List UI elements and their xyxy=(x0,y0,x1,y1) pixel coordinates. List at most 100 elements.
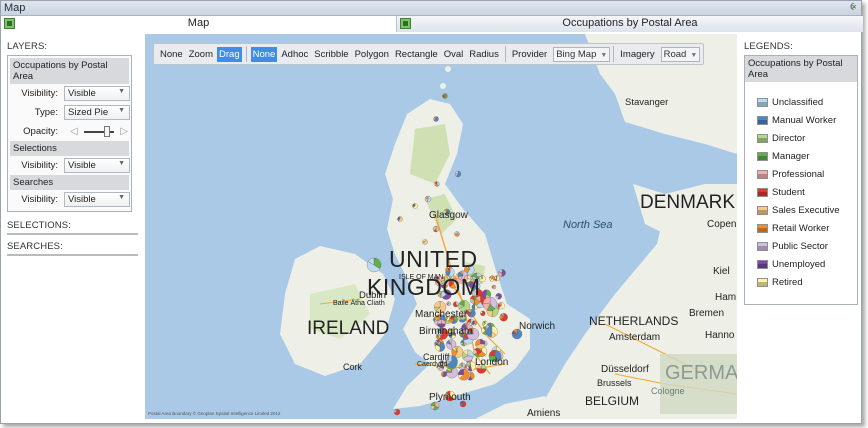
legend-swatch xyxy=(757,277,768,287)
legend-label: Sales Executive xyxy=(772,204,840,216)
map-label-germany: GERMA xyxy=(665,362,737,384)
provider-select[interactable]: Bing Map ▼ xyxy=(553,46,611,62)
imagery-value: Road xyxy=(663,48,687,60)
visibility-value: Visible xyxy=(68,194,96,205)
tab-occupations-by-postal-area[interactable]: Occupations by Postal Area xyxy=(397,16,863,32)
legend-swatch xyxy=(757,151,768,161)
legend-item: Retail Worker xyxy=(757,219,857,237)
legend-swatch xyxy=(757,205,768,215)
legend-item: Manager xyxy=(757,147,857,165)
searches-visibility-select[interactable]: Visible ▼ xyxy=(64,192,130,207)
increase-arrow-icon[interactable]: ▷ xyxy=(120,126,128,137)
provider-label: Provider xyxy=(511,48,548,60)
type-row: Type: Sized Pie ▼ xyxy=(10,103,130,122)
type-value: Sized Pie xyxy=(68,107,109,118)
searches-visibility-row: Visibility: Visible ▼ xyxy=(10,190,130,209)
map-label-dusseldorf: Düsseldorf xyxy=(601,364,649,375)
legend-item: Sales Executive xyxy=(757,201,857,219)
map-window: Map ⨴ Map Occupations by Postal Area LAY… xyxy=(0,0,863,424)
provider-value: Bing Map xyxy=(556,48,597,60)
legend-label: Public Sector xyxy=(772,240,828,252)
searches-section: SEARCHES: xyxy=(7,241,139,256)
legend-swatch xyxy=(757,133,768,143)
legend-item: Manual Worker xyxy=(757,111,857,129)
select-oval-button[interactable]: Oval xyxy=(442,47,466,62)
map-label-norwich: Norwich xyxy=(519,321,556,332)
chevron-down-icon: ▼ xyxy=(690,51,698,59)
selections-visibility-row: Visibility: Visible ▼ xyxy=(10,156,130,175)
type-select[interactable]: Sized Pie ▼ xyxy=(64,105,130,120)
map-label-plymouth: Plymouth xyxy=(429,392,471,403)
layer-name: Occupations by Postal Area xyxy=(10,58,129,84)
legend-item: Public Sector xyxy=(757,237,857,255)
legend-label: Manager xyxy=(772,150,810,162)
map-toolbar: None Zoom Drag None Adhoc Scribble Polyg… xyxy=(153,43,705,65)
selections-visibility-select[interactable]: Visible ▼ xyxy=(64,158,130,173)
select-radius-button[interactable]: Radius xyxy=(467,47,501,62)
map-label-denmark: DENMARK xyxy=(640,192,736,213)
searches-title: SEARCHES: xyxy=(7,241,138,256)
legend-swatch xyxy=(757,187,768,197)
toolbar-divider xyxy=(504,46,506,62)
visibility-label: Visibility: xyxy=(21,160,58,171)
legend-item: Retired xyxy=(757,273,857,291)
opacity-label: Opacity: xyxy=(23,126,58,137)
imagery-select[interactable]: Road ▼ xyxy=(660,46,701,62)
legend-label: Unclassified xyxy=(772,96,824,108)
select-adhoc-button[interactable]: Adhoc xyxy=(279,47,310,62)
visibility-value: Visible xyxy=(68,160,96,171)
selections-section: SELECTIONS: xyxy=(7,220,139,235)
map-label-brussels: Brussels xyxy=(597,378,632,388)
map-canvas[interactable]: None Zoom Drag None Adhoc Scribble Polyg… xyxy=(145,34,737,419)
legend-layer-name: Occupations by Postal Area xyxy=(745,56,857,82)
legend-swatch xyxy=(757,97,768,107)
imagery-label: Imagery xyxy=(620,48,655,60)
legend-label: Unemployed xyxy=(772,258,826,270)
select-none-button[interactable]: None xyxy=(250,46,278,62)
visibility-value: Visible xyxy=(68,88,96,99)
legend-swatch xyxy=(757,241,768,251)
pin-icon[interactable]: ⨴ xyxy=(850,2,857,13)
legend-label: Student xyxy=(772,186,805,198)
map-label-ireland: IRELAND xyxy=(307,318,390,339)
opacity-slider[interactable]: ◁ ▷ xyxy=(66,126,130,138)
map-label-manchester: Manchester xyxy=(415,309,468,320)
chevron-down-icon: ▼ xyxy=(118,194,125,201)
legend-swatch xyxy=(757,115,768,125)
searches-band: Searches xyxy=(10,175,129,190)
tab-map[interactable]: Map xyxy=(1,16,397,32)
nav-zoom-button[interactable]: Zoom xyxy=(187,47,215,62)
legend-label: Retired xyxy=(772,276,803,288)
nav-none-button[interactable]: None xyxy=(158,47,185,62)
legend-panel: LEGENDS: Occupations by Postal Area Uncl… xyxy=(744,41,862,305)
chevron-down-icon: ▼ xyxy=(118,160,125,167)
map-attribution: Postal Area Boundary © Geoplan Spatial I… xyxy=(148,411,281,416)
select-rectangle-button[interactable]: Rectangle xyxy=(393,47,440,62)
nav-drag-button[interactable]: Drag xyxy=(217,46,242,62)
legend-swatch xyxy=(757,259,768,269)
legend-label: Director xyxy=(772,132,806,144)
map-label-cork: Cork xyxy=(343,362,363,372)
map-label-birmingham: Birmingham xyxy=(419,326,473,337)
layer-settings: Occupations by Postal Area Visibility: V… xyxy=(7,55,132,212)
slider-thumb[interactable] xyxy=(104,126,110,137)
title-bar: Map ⨴ xyxy=(1,1,861,16)
layers-title: LAYERS: xyxy=(7,41,48,52)
visibility-row: Visibility: Visible ▼ xyxy=(10,84,130,103)
map-label-stavanger: Stavanger xyxy=(625,97,669,108)
select-scribble-button[interactable]: Scribble xyxy=(312,47,350,62)
map-label-kiel: Kiel xyxy=(713,266,730,277)
map-label-netherlands: NETHERLANDS xyxy=(589,314,679,328)
tab-label: Map xyxy=(187,17,210,29)
select-polygon-button[interactable]: Polygon xyxy=(353,47,391,62)
visibility-select[interactable]: Visible ▼ xyxy=(64,86,130,101)
map-label-caerdydd: Caerdydd xyxy=(417,361,448,368)
map-label-north-sea: North Sea xyxy=(563,219,613,231)
map-label-glasgow: Glasgow xyxy=(429,210,468,221)
toolbar-divider xyxy=(613,46,615,62)
tab-strip: Map Occupations by Postal Area xyxy=(1,16,863,32)
legend-item: Professional xyxy=(757,165,857,183)
map-label-cologne: Cologne xyxy=(651,386,685,396)
legend-box: Occupations by Postal Area Unclassified M… xyxy=(744,55,858,305)
decrease-arrow-icon[interactable]: ◁ xyxy=(70,126,78,137)
